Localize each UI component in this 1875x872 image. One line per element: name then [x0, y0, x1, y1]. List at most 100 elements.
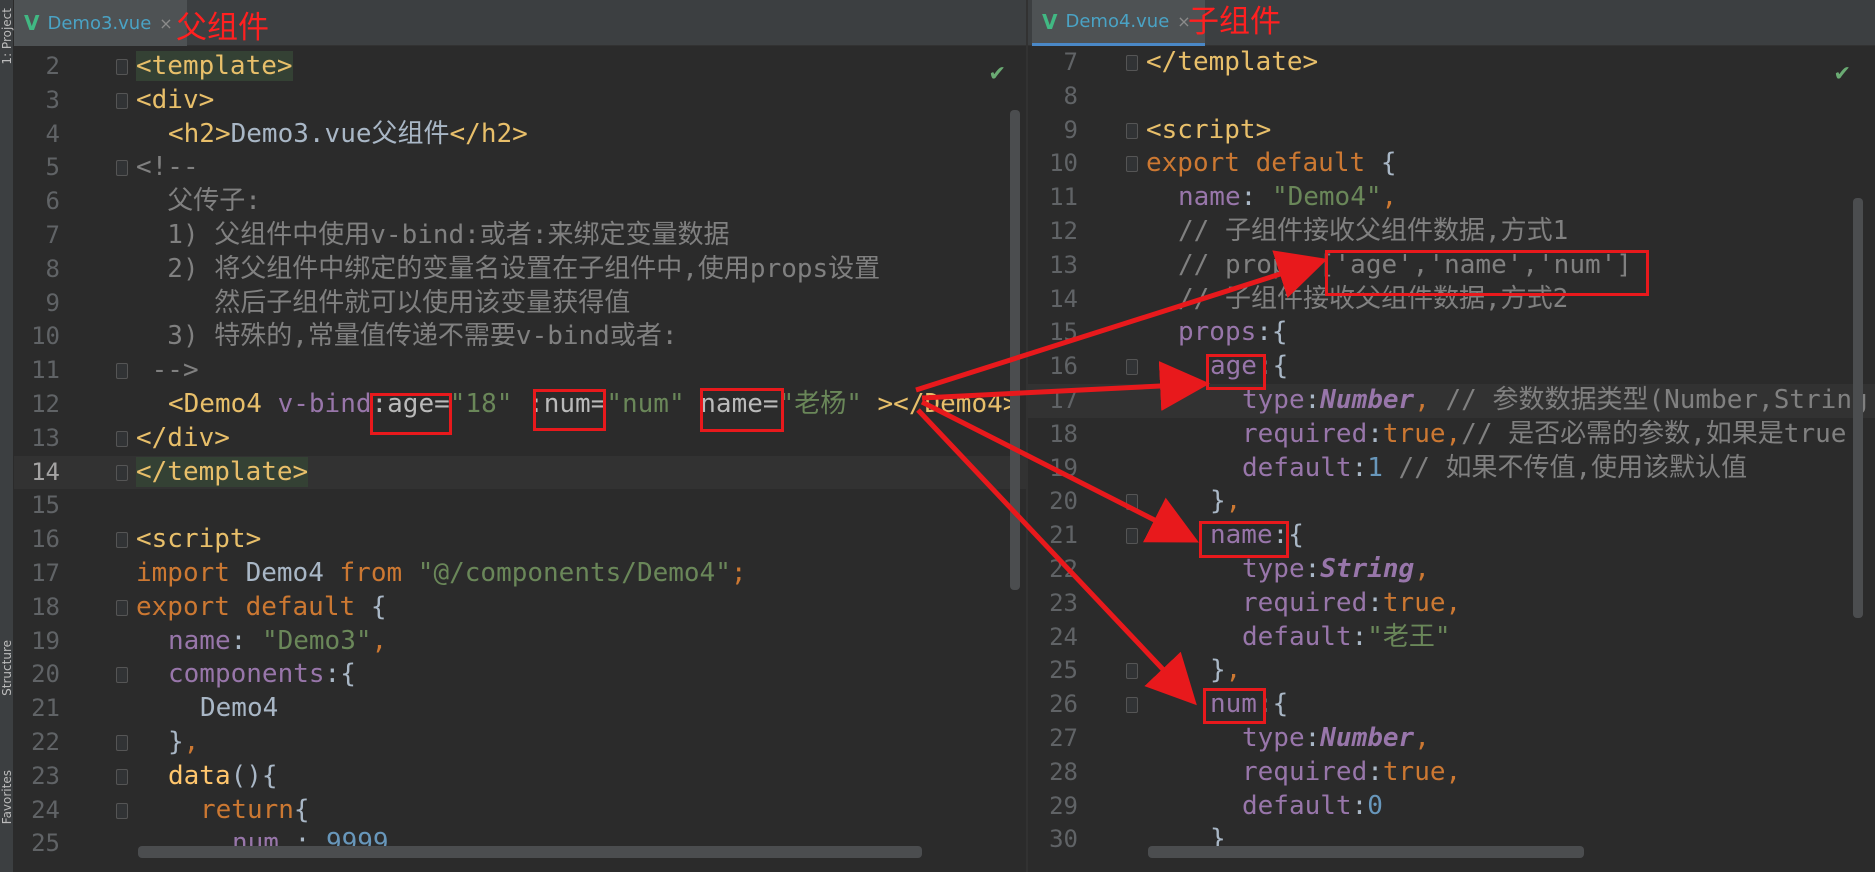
tab-demo3-vue[interactable]: V Demo3.vue × — [14, 0, 187, 46]
line-number: 7 — [1063, 48, 1078, 76]
code-line: 24 default:"老王" — [1028, 621, 1875, 655]
horizontal-scrollbar[interactable] — [1148, 846, 1584, 858]
tag-script: <script> — [1146, 114, 1272, 145]
comma: , — [1225, 655, 1242, 686]
fold-icon[interactable] — [116, 735, 128, 751]
code-line: 11 --> — [14, 354, 1026, 388]
tool-window-strip: 1: Project Structure Favorites — [0, 0, 14, 872]
fold-icon[interactable] — [1126, 663, 1138, 680]
code-line: 23 required:true, — [1028, 587, 1875, 621]
line-number: 12 — [31, 390, 60, 418]
comment-close: --> — [136, 355, 199, 386]
brace: :{ — [324, 659, 356, 690]
code-line-current: 17 type:Number, // 参数数据类型(Number,String — [1028, 384, 1875, 418]
fold-icon[interactable] — [116, 667, 128, 684]
structure-tool-tab[interactable]: Structure — [0, 640, 14, 696]
comment-text: // 参数数据类型(Number,String — [1445, 385, 1868, 415]
comma: , — [183, 727, 200, 757]
vertical-scrollbar[interactable] — [1853, 198, 1863, 618]
code-line: 5 <!-- — [14, 151, 1026, 185]
tag-div-close: </div> — [136, 422, 230, 453]
fold-icon[interactable] — [116, 599, 128, 616]
brace: :{ — [1256, 689, 1289, 720]
code-line: 20 components:{ — [14, 658, 1026, 692]
equals-sign: = — [590, 389, 607, 419]
comma: , — [1414, 554, 1430, 584]
colon: : — [1351, 452, 1368, 483]
fold-icon[interactable] — [1126, 55, 1138, 71]
editor-tab-bar: V Demo3.vue × — [14, 0, 1026, 46]
fold-icon[interactable] — [116, 363, 128, 380]
keyword-return: return — [200, 794, 294, 825]
line-number: 15 — [1049, 318, 1078, 347]
code-line: 12 // 子组件接收父组件数据,方式1 — [1028, 215, 1875, 249]
fold-icon[interactable] — [116, 532, 128, 549]
prop-age: age — [1210, 351, 1257, 382]
line-number: 25 — [1049, 656, 1078, 685]
fold-icon[interactable] — [116, 430, 128, 447]
line-number: 19 — [31, 626, 60, 655]
fold-icon[interactable] — [1126, 697, 1138, 714]
value-num: "num" — [606, 389, 685, 419]
code-line: 22 type:String, — [1028, 553, 1875, 587]
comment-text: 2) 将父组件中绑定的变量名设置在子组件中,使用props设置 — [136, 253, 881, 284]
property-default: default — [1242, 621, 1352, 652]
code-line: 21 name:{ — [1028, 519, 1875, 553]
fold-icon[interactable] — [1126, 359, 1138, 376]
import-path: "@/components/Demo4" — [417, 558, 731, 588]
comment-text: 1) 父组件中使用v-bind:或者:来绑定变量数据 — [136, 220, 730, 250]
annotation-parent-label: 父组件 — [176, 10, 269, 46]
tag-script: <script> — [136, 524, 262, 555]
fold-icon[interactable] — [116, 464, 128, 481]
code-line: 16 <script> — [14, 523, 1026, 557]
attr-name: name — [700, 389, 763, 419]
fold-icon[interactable] — [1126, 494, 1138, 511]
line-number: 28 — [1049, 757, 1078, 786]
code-editor[interactable]: 2 <template> 3 <div> 4 <h2>Demo3.vue父组件<… — [14, 50, 1026, 872]
property-required: required — [1242, 587, 1368, 618]
fold-icon[interactable] — [116, 802, 128, 819]
code-line: 18 required:true,// 是否必需的参数,如果是true — [1028, 418, 1875, 452]
line-number: 11 — [31, 356, 60, 385]
line-number: 8 — [45, 254, 60, 283]
parens-brace: (){ — [230, 760, 278, 791]
line-number: 10 — [31, 322, 60, 351]
keyword-export-default: export default — [136, 591, 356, 622]
keyword-from: from — [339, 558, 403, 588]
fold-icon[interactable] — [116, 92, 128, 109]
code-editor[interactable]: 7 </template> 8 9 <script> 10 export def… — [1028, 46, 1875, 872]
fold-icon[interactable] — [116, 59, 128, 75]
fold-icon[interactable] — [116, 160, 128, 177]
code-line: 13 // props:['age','name','num'] — [1028, 249, 1875, 283]
line-number: 11 — [1049, 183, 1078, 212]
favorites-tool-tab[interactable]: Favorites — [0, 770, 14, 824]
boolean-true: true — [1382, 587, 1446, 618]
comment-text: 然后子组件就可以使用该变量获得值 — [136, 287, 631, 318]
line-number: 23 — [31, 761, 60, 790]
tab-demo4-vue[interactable]: V Demo4.vue × — [1032, 0, 1205, 46]
boolean-true: true — [1382, 756, 1446, 787]
project-tool-tab[interactable]: 1: Project — [0, 8, 14, 65]
property-type: type — [1242, 385, 1305, 415]
function-name: data — [168, 760, 231, 791]
code-line: 8 — [1028, 80, 1875, 114]
line-number: 3 — [45, 85, 60, 114]
line-number: 20 — [31, 660, 60, 689]
vertical-scrollbar[interactable] — [1010, 110, 1020, 590]
comment-text: 3) 特殊的,常量值传递不需要v-bind或者: — [136, 321, 678, 352]
code-line: 7 1) 父组件中使用v-bind:或者:来绑定变量数据 — [14, 219, 1026, 253]
property-components: components — [168, 659, 325, 690]
attr-v-bind: v-bind — [277, 389, 372, 419]
fold-icon[interactable] — [1126, 122, 1138, 139]
fold-icon[interactable] — [1126, 156, 1138, 173]
code-line: 24 return{ — [14, 794, 1026, 828]
horizontal-scrollbar[interactable] — [138, 846, 922, 858]
code-line: 15 — [14, 489, 1026, 523]
comma: , — [1445, 587, 1462, 618]
fold-icon[interactable] — [116, 768, 128, 785]
line-number: 9 — [1063, 115, 1078, 144]
string-value: "Demo3" — [261, 625, 372, 656]
line-number: 22 — [31, 728, 60, 756]
close-icon[interactable]: × — [159, 14, 172, 33]
fold-icon[interactable] — [1126, 528, 1138, 545]
